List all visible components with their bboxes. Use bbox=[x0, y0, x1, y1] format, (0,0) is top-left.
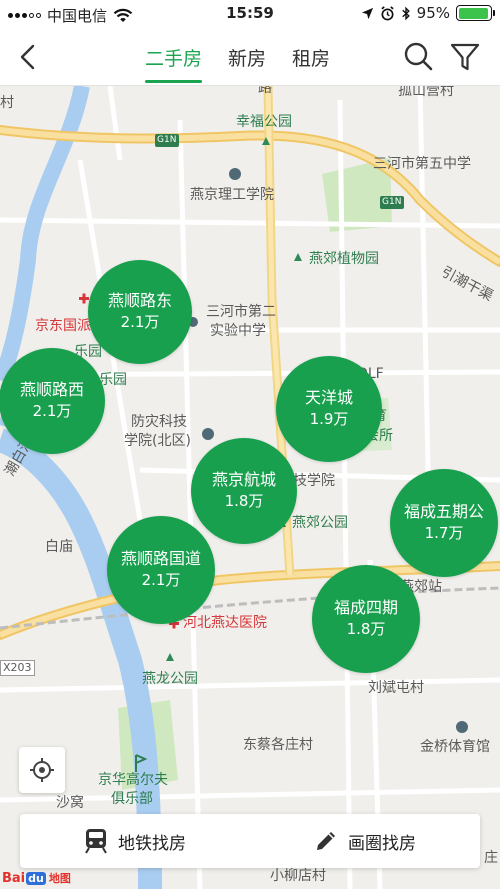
subway-icon bbox=[85, 829, 107, 854]
map-label-xingfu-park: 幸福公园 bbox=[236, 114, 292, 130]
map-label-shawo: 沙窝 bbox=[56, 795, 84, 811]
map-label-cun: 村 bbox=[0, 95, 14, 111]
map-label-xiaoliudian: 小柳店村 bbox=[270, 868, 326, 884]
map-label-jinqiao: 金桥体育馆 bbox=[420, 739, 490, 755]
locate-button[interactable] bbox=[19, 747, 65, 793]
back-icon[interactable] bbox=[12, 40, 46, 74]
pencil-icon bbox=[317, 832, 335, 850]
subway-search-label: 地铁找房 bbox=[118, 833, 186, 854]
area-price: 2.1万 bbox=[120, 312, 160, 331]
map-label-yanlong-park: 燕龙公园 bbox=[142, 671, 198, 687]
area-name: 燕顺路国道 bbox=[120, 549, 201, 569]
status-bar: 中国电信 15:59 95% bbox=[0, 0, 500, 28]
map-label-g1n-b: G1N bbox=[382, 197, 402, 207]
map-label-hebei-hospital: 河北燕达医院 bbox=[183, 615, 267, 631]
map-label-jingdong-hospital: 京东国派 bbox=[35, 318, 91, 334]
baidu-map-logo: Bai du 地图 bbox=[2, 868, 71, 888]
area-bubble[interactable]: 燕顺路西 2.1万 bbox=[0, 348, 105, 454]
map-label-yanjiao-botanical: 燕郊植物园 bbox=[309, 251, 379, 267]
map-label-g1n-a: G1N bbox=[157, 135, 177, 145]
map-label-fangzai-b: 学院(北区) bbox=[124, 433, 191, 449]
area-name: 天洋城 bbox=[304, 388, 353, 408]
area-price: 1.9万 bbox=[309, 409, 349, 428]
crosshair-icon bbox=[30, 758, 54, 782]
area-price: 1.8万 bbox=[346, 619, 386, 638]
area-bubble[interactable]: 福成五期公 1.7万 bbox=[390, 469, 498, 577]
baidu-logo-map: 地图 bbox=[48, 872, 71, 885]
map-label-yanjiao-park: 燕郊公园 bbox=[292, 515, 348, 531]
map-view[interactable]: 路 孤山营村 幸福公园 G1N G1N 三河市第五中学 燕京理工学院 燕郊植物园… bbox=[0, 86, 500, 889]
bluetooth-icon bbox=[401, 6, 410, 20]
area-name: 燕顺路东 bbox=[107, 291, 172, 311]
map-label-jinghua-b: 俱乐部 bbox=[111, 791, 153, 807]
area-bubble[interactable]: 天洋城 1.9万 bbox=[276, 356, 382, 462]
map-label-sanhe-5: 三河市第五中学 bbox=[373, 156, 471, 172]
battery-icon bbox=[456, 5, 495, 21]
tab-bar: 二手房 新房 租房 bbox=[145, 44, 330, 83]
map-label-sanhe-2-a: 三河市第二 bbox=[206, 304, 276, 320]
area-bubble[interactable]: 燕顺路国道 2.1万 bbox=[107, 516, 215, 624]
map-label-jinghua-a: 京华高尔夫 bbox=[98, 772, 168, 788]
location-arrow-icon bbox=[361, 7, 373, 19]
filter-icon[interactable] bbox=[448, 40, 482, 74]
map-label-yanjing-ligong: 燕京理工学院 bbox=[190, 187, 274, 203]
area-name: 福成四期 bbox=[333, 598, 398, 618]
map-label-dongcai: 东蔡各庄村 bbox=[243, 737, 313, 753]
map-label-road: 路 bbox=[258, 86, 272, 96]
map-label-jixueyuan: 技学院 bbox=[293, 473, 335, 489]
area-price: 2.1万 bbox=[32, 401, 72, 420]
search-icon[interactable] bbox=[402, 40, 434, 72]
map-label-sanhe-2-b: 实验中学 bbox=[210, 323, 266, 339]
bottom-action-bar: 地铁找房 画圈找房 bbox=[20, 814, 480, 868]
battery-fill bbox=[458, 7, 488, 19]
status-right: 95% bbox=[361, 4, 495, 22]
draw-circle-button[interactable]: 画圈找房 bbox=[250, 814, 480, 868]
map-label-baimiao: 白庙 bbox=[45, 539, 73, 555]
map-label-liubin-tun: 刘斌屯村 bbox=[368, 680, 424, 696]
map-label-x203: X203 bbox=[0, 660, 35, 676]
map-label-gushanying: 孤山营村 bbox=[398, 86, 454, 99]
baidu-logo-ba: Bai bbox=[2, 870, 26, 886]
area-name: 福成五期公 bbox=[403, 502, 484, 522]
area-bubble[interactable]: 福成四期 1.8万 bbox=[312, 565, 420, 673]
alarm-icon bbox=[381, 5, 394, 20]
area-price: 1.7万 bbox=[424, 523, 464, 542]
map-label-zhuang: 庄 bbox=[484, 850, 498, 866]
tab-xinfang[interactable]: 新房 bbox=[228, 44, 266, 81]
area-price: 1.8万 bbox=[224, 491, 264, 510]
map-label-fangzai-a: 防灾科技 bbox=[131, 414, 187, 430]
area-price: 2.1万 bbox=[141, 570, 181, 589]
nav-bar: 二手房 新房 租房 bbox=[0, 28, 500, 86]
tab-zufang[interactable]: 租房 bbox=[292, 44, 330, 81]
area-name: 燕京航城 bbox=[211, 470, 276, 490]
area-bubble[interactable]: 燕顺路东 2.1万 bbox=[88, 260, 192, 364]
baidu-logo-du: du bbox=[26, 871, 46, 885]
draw-circle-label: 画圈找房 bbox=[348, 833, 416, 854]
area-bubble[interactable]: 燕京航城 1.8万 bbox=[191, 438, 297, 544]
tab-ershoufang[interactable]: 二手房 bbox=[145, 44, 203, 83]
area-name: 燕顺路西 bbox=[19, 380, 84, 400]
battery-percent: 95% bbox=[416, 4, 450, 22]
subway-search-button[interactable]: 地铁找房 bbox=[20, 814, 250, 868]
